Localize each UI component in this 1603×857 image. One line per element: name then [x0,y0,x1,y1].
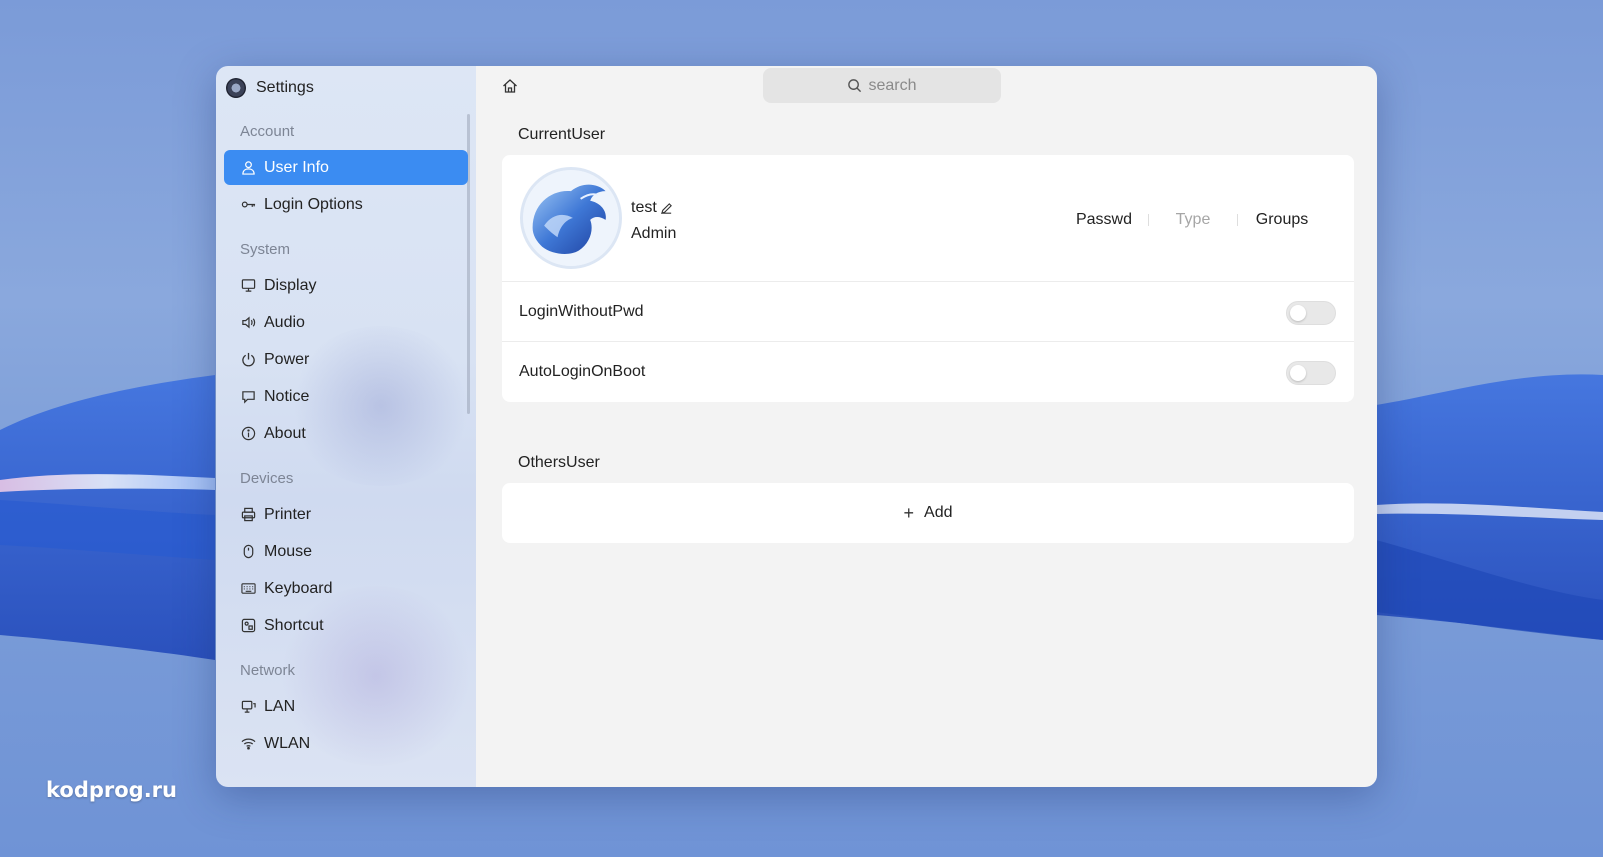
sidebar-item-lan[interactable]: LAN [224,689,468,724]
group-title-account: Account [240,123,295,140]
auto-login-on-boot-toggle[interactable] [1286,361,1336,385]
sidebar-item-label: Login Options [264,195,363,213]
sidebar-item-user-info[interactable]: User Info [224,150,468,185]
others-user-label: OthersUser [518,454,600,471]
sidebar-item-notice[interactable]: Notice [224,379,468,414]
sidebar-item-display[interactable]: Display [224,268,468,303]
lan-icon [240,699,256,715]
shortcut-icon [240,618,256,634]
sidebar-item-label: Notice [264,387,310,405]
sidebar-item-shortcut[interactable]: Shortcut [224,608,468,643]
sidebar-item-label: Keyboard [264,579,333,597]
user-row: test Admin Passwd Type Groups [502,155,1354,282]
user-role: Admin [631,225,677,242]
add-user-label: Add [924,504,953,521]
watermark-text: kodprog.ru [46,778,177,802]
current-user-label: CurrentUser [518,126,606,143]
sidebar-item-keyboard[interactable]: Keyboard [224,571,468,606]
add-user-button[interactable]: + Add [502,483,1354,543]
sidebar-item-login-options[interactable]: Login Options [224,187,468,222]
auto-login-on-boot-label: AutoLoginOnBoot [519,363,646,380]
groups-button[interactable]: Groups [1238,211,1326,229]
search-input[interactable]: search [763,68,1001,103]
sidebar-item-label: User Info [264,158,329,176]
sidebar: Settings Account User Info Login Options… [216,66,476,787]
passwd-button[interactable]: Passwd [1060,211,1148,229]
avatar[interactable] [520,167,622,269]
sidebar-item-about[interactable]: About [224,416,468,451]
app-header: Settings [226,76,468,100]
sidebar-item-printer[interactable]: Printer [224,497,468,532]
search-icon [848,79,862,93]
sidebar-item-audio[interactable]: Audio [224,305,468,340]
search-placeholder: search [868,76,917,94]
info-icon [240,426,256,442]
group-title-network: Network [240,662,296,679]
user-name: test [631,199,673,217]
speaker-icon [240,315,256,331]
sidebar-item-label: Audio [264,313,305,331]
plus-icon: + [903,502,915,523]
user-actions: Passwd Type Groups [1060,211,1326,229]
sidebar-item-label: LAN [264,697,296,715]
app-title: Settings [256,79,314,96]
user-name-text: test [631,199,657,216]
titlebar: search [476,66,1377,104]
type-button[interactable]: Type [1149,211,1237,229]
login-without-pwd-label: LoginWithoutPwd [519,302,644,320]
sidebar-item-wlan[interactable]: WLAN [224,726,468,761]
sidebar-item-label: Printer [264,505,312,523]
group-title-system: System [240,241,291,258]
keyboard-icon [240,581,256,597]
settings-window: Settings Account User Info Login Options… [216,66,1377,787]
edit-pencil-icon[interactable] [660,202,673,215]
login-without-pwd-row: LoginWithoutPwd [502,282,1354,342]
sidebar-item-power[interactable]: Power [224,342,468,377]
auto-login-on-boot-row: AutoLoginOnBoot [502,342,1354,402]
user-icon [240,160,256,176]
sidebar-item-label: Mouse [264,542,313,560]
sidebar-item-label: About [264,424,306,442]
current-user-card: test Admin Passwd Type Groups LoginWitho… [502,155,1354,402]
sidebar-item-label: WLAN [264,734,311,752]
message-icon [240,389,256,405]
monitor-icon [240,278,256,294]
home-icon[interactable] [502,78,518,94]
sidebar-item-mouse[interactable]: Mouse [224,534,468,569]
login-without-pwd-toggle[interactable] [1286,301,1336,325]
sidebar-item-label: Display [264,276,317,294]
sidebar-item-label: Power [264,350,310,368]
main-content: search CurrentUser test Admin Passwd Typ… [476,66,1377,787]
wifi-icon [240,736,256,752]
power-icon [240,352,256,368]
printer-icon [240,507,256,523]
group-title-devices: Devices [240,470,294,487]
settings-app-icon [226,78,246,98]
others-user-card: + Add [502,483,1354,543]
sidebar-item-label: Shortcut [264,616,324,634]
mouse-icon [240,544,256,560]
key-icon [240,197,256,213]
